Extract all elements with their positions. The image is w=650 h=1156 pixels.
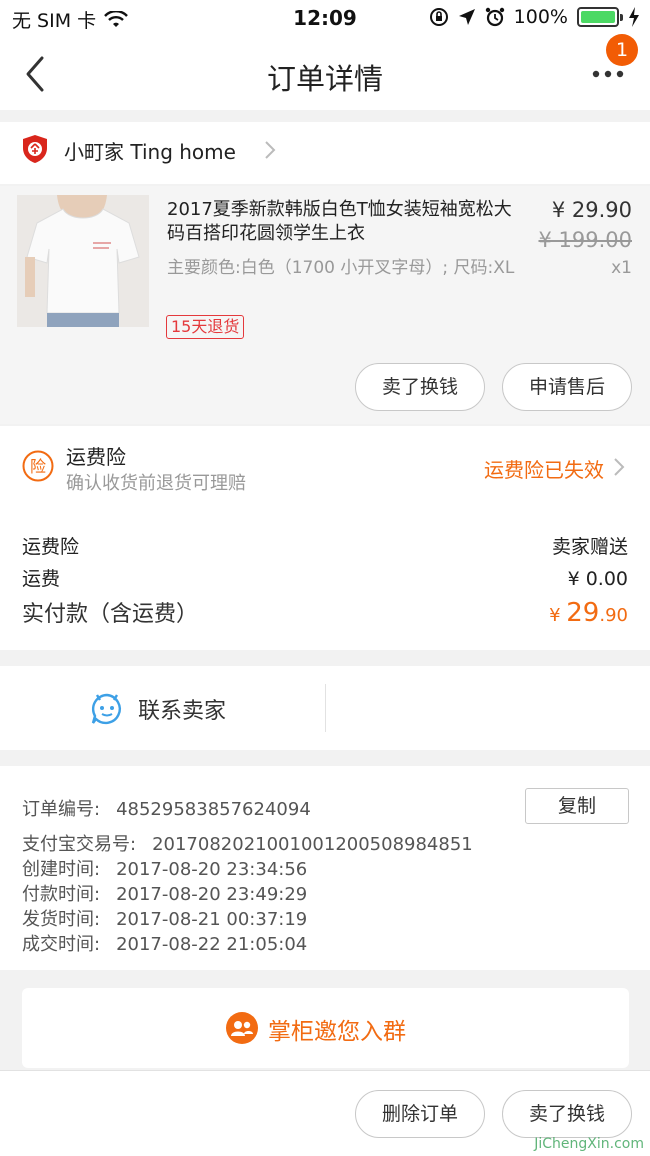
location-icon [458, 9, 475, 25]
nav-bar: 订单详情 1 [0, 34, 650, 110]
order-number-row: 订单编号: 48529583857624094 [22, 795, 311, 821]
info-value: 2017-08-20 23:49:29 [116, 884, 308, 905]
contact-bar: 联系卖家 [0, 666, 650, 750]
rotation-lock-icon [429, 8, 448, 26]
tshirt-photo [17, 195, 149, 327]
enterprise-shield-icon [23, 135, 47, 163]
chevron-right-icon [265, 141, 276, 159]
chat-bubble-icon [91, 693, 121, 725]
insurance-title: 运费险 [66, 445, 126, 469]
resell-button[interactable]: 卖了换钱 [355, 363, 485, 411]
chevron-right-icon [614, 458, 625, 476]
product-image[interactable] [17, 195, 149, 327]
page-title: 订单详情 [266, 62, 383, 96]
fee-value: ¥ 0.00 [567, 568, 628, 590]
shop-name: 小町家 Ting home [64, 140, 236, 164]
total-label: 实付款（含运费） [22, 602, 199, 627]
insurance-status: 运费险已失效 [484, 458, 604, 482]
resell-button[interactable]: 卖了换钱 [502, 1090, 632, 1138]
order-number: 48529583857624094 [116, 799, 311, 820]
product-spec: 主要颜色:白色（1700 小开叉字母）; 尺码:XL [167, 258, 515, 278]
info-value: 2017-08-20 23:34:56 [116, 859, 308, 880]
total-currency: ¥ [549, 605, 567, 626]
order-info: 订单编号: 48529583857624094 复制 支付宝交易号: 2017082… [0, 766, 650, 970]
paid-time-row: 付款时间: 2017-08-20 23:49:29 [22, 880, 307, 906]
alipay-trade-number: 2017082021001001200508984851 [152, 834, 473, 855]
watermark: JiChengXin.com [534, 1136, 644, 1152]
info-value: 2017-08-21 00:37:19 [116, 909, 308, 930]
fee-summary: 运费险 卖家赠送 运费 ¥ 0.00 实付款（含运费） ¥ 29.90 [0, 508, 650, 650]
status-bar: 无 SIM 卡 12:09 100% [0, 0, 650, 38]
total-integer: 29 [566, 598, 600, 628]
info-label: 发货时间: [22, 909, 101, 930]
status-right: 100% [429, 6, 640, 28]
total-decimal: .90 [599, 605, 628, 626]
insurance-subtitle: 确认收货前退货可理赔 [66, 473, 246, 494]
info-label: 创建时间: [22, 859, 101, 880]
charging-icon [629, 7, 639, 27]
created-time-row: 创建时间: 2017-08-20 23:34:56 [22, 855, 307, 881]
battery-percent: 100% [513, 6, 568, 28]
battery-icon [577, 7, 623, 27]
fee-label: 运费 [22, 568, 61, 590]
contact-seller-label: 联系卖家 [138, 699, 227, 724]
shop-row[interactable]: 小町家 Ting home [0, 122, 650, 184]
info-label: 成交时间: [22, 934, 101, 955]
info-value: 2017-08-22 21:05:04 [116, 934, 308, 955]
shipped-time-row: 发货时间: 2017-08-21 00:37:19 [22, 905, 307, 931]
alarm-icon [485, 7, 504, 27]
svg-text:险: 险 [30, 457, 46, 476]
fee-row-total: 实付款（含运费） ¥ 29.90 [22, 596, 628, 628]
fee-value: 卖家赠送 [551, 536, 628, 558]
shipping-insurance-row[interactable]: 险 运费险 确认收货前退货可理赔 运费险已失效 [0, 426, 650, 508]
insurance-icon: 险 [22, 450, 54, 482]
bottom-action-bar: 删除订单 卖了换钱 JiChengXin.com [0, 1070, 650, 1156]
contact-seller-button[interactable]: 联系卖家 [0, 666, 325, 750]
fee-row-shipping: 运费 ¥ 0.00 [22, 564, 628, 591]
product-original-price: ¥ 199.00 [538, 228, 632, 252]
alipay-trade-row: 支付宝交易号: 2017082021001001200508984851 [22, 830, 473, 856]
delete-order-button[interactable]: 删除订单 [355, 1090, 485, 1138]
fee-label: 运费险 [22, 536, 80, 558]
notification-badge: 1 [606, 34, 638, 66]
copy-button[interactable]: 复制 [525, 788, 629, 824]
divider [325, 684, 326, 732]
group-icon [226, 1012, 258, 1044]
info-label: 支付宝交易号: [22, 834, 137, 855]
join-group-label: 掌柜邀您入群 [268, 1019, 406, 1045]
join-group-card[interactable]: 掌柜邀您入群 [22, 988, 629, 1068]
total-value: ¥ 29.90 [549, 598, 628, 628]
product-quantity: x1 [611, 258, 632, 278]
completed-time-row: 成交时间: 2017-08-22 21:05:04 [22, 930, 307, 956]
after-sale-button[interactable]: 申请售后 [502, 363, 632, 411]
fee-row-insurance: 运费险 卖家赠送 [22, 532, 628, 559]
product-title[interactable]: 2017夏季新款韩版白色T恤女装短袖宽松大码百搭印花圆领学生上衣 [167, 198, 529, 246]
return-policy-tag: 15天退货 [166, 315, 245, 339]
product-price: ¥ 29.90 [551, 198, 632, 222]
product-item[interactable]: 2017夏季新款韩版白色T恤女装短袖宽松大码百搭印花圆领学生上衣 主要颜色:白色… [0, 186, 650, 424]
info-label: 付款时间: [22, 884, 101, 905]
info-label: 订单编号: [22, 799, 101, 820]
